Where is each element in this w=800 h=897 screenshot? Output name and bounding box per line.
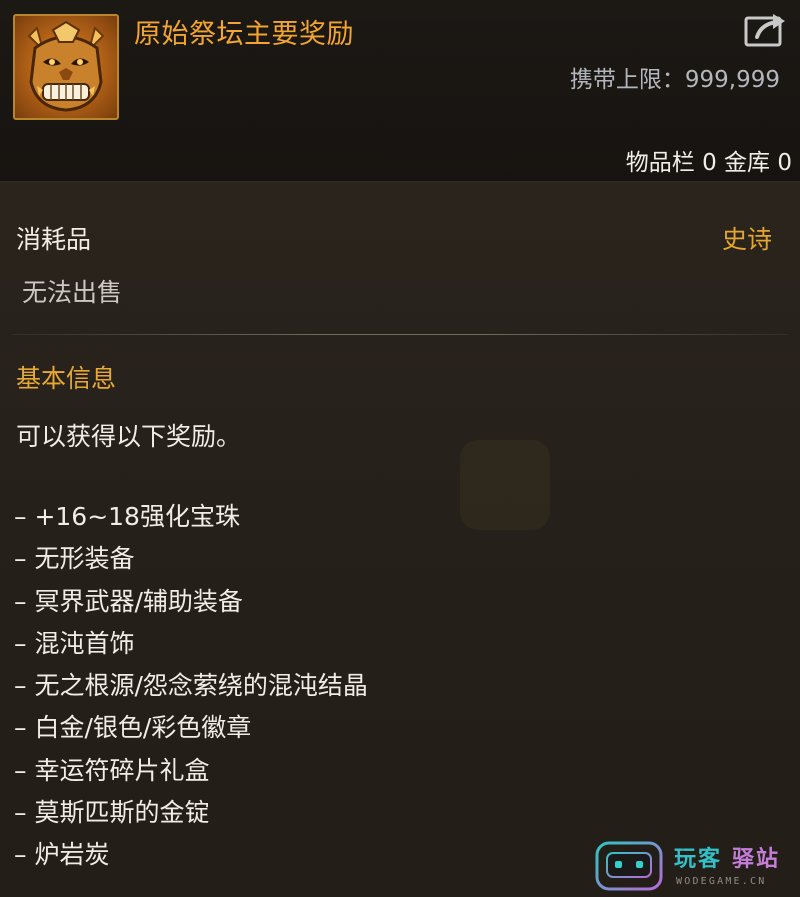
list-item: – 白金/银色/彩色徽章 (14, 713, 252, 743)
list-item: – 炉岩炭 (14, 840, 110, 870)
item-rarity: 史诗 (721, 225, 772, 254)
watermark-site: WODEGAME.CN (676, 876, 767, 887)
watermark-brand-a: 玩客 (674, 847, 723, 872)
section-divider (12, 334, 788, 335)
list-item: – 混沌首饰 (14, 628, 135, 658)
list-item: – +16~18强化宝珠 (14, 502, 240, 531)
list-item: – 幸运符碎片礼盒 (14, 755, 210, 785)
list-item: – 无形装备 (14, 544, 135, 574)
reward-description: 可以获得以下奖励。 (16, 422, 242, 451)
list-item: – 冥界武器/辅助装备 (14, 586, 243, 616)
share-export-icon[interactable] (743, 10, 789, 48)
list-item: – 莫斯匹斯的金锭 (14, 798, 210, 828)
gamepad-face-logo-icon (595, 841, 663, 891)
storage-count: 物品栏 0 金库 0 (625, 150, 792, 176)
item-category: 消耗品 (16, 225, 92, 254)
item-title: 原始祭坛主要奖励 (134, 19, 354, 50)
reward-list: – +16~18强化宝珠 – 无形装备 – 冥界武器/辅助装备 – 混沌首饰 –… (14, 500, 368, 881)
list-item: – 无之根源/怨念萦绕的混沌结晶 (14, 671, 368, 701)
carry-limit: 携带上限：999,999 (569, 67, 780, 93)
watermark-brand: 玩客 驿站 (674, 841, 780, 873)
golden-demon-mask-icon (13, 14, 119, 120)
sell-status: 无法出售 (22, 278, 123, 307)
basic-info-title: 基本信息 (16, 364, 117, 393)
watermark-brand-b: 驿站 (732, 847, 781, 872)
background-ghost-emblem (460, 440, 550, 530)
